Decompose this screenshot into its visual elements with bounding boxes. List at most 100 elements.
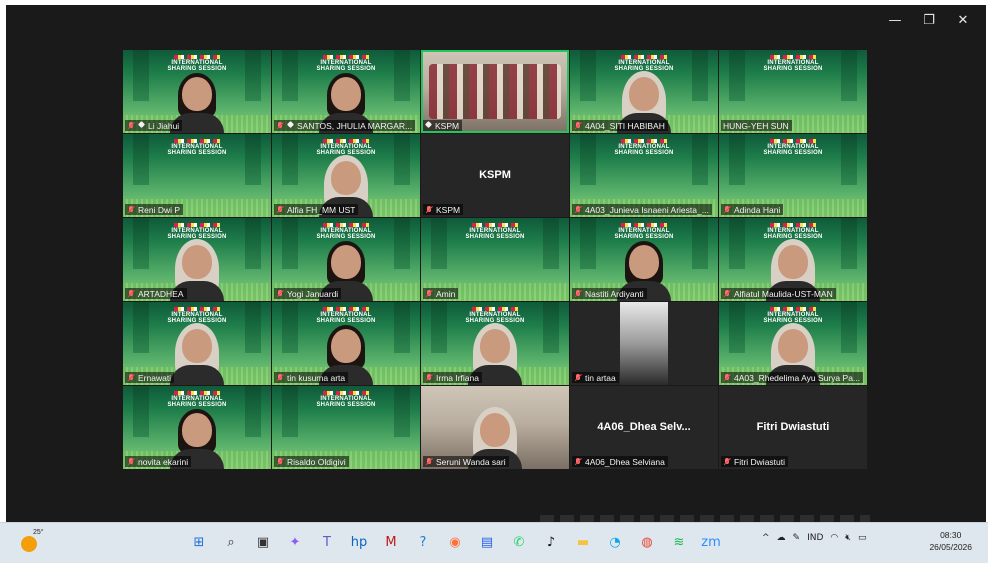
virtual-background-banner: INTERNATIONAL SHARING SESSION <box>161 223 233 240</box>
firefox-icon[interactable]: ◉ <box>442 529 468 555</box>
tiktok-icon[interactable]: ♪ <box>538 529 564 555</box>
chrome-icon[interactable]: ◍ <box>634 529 660 555</box>
background-pillar <box>580 218 596 270</box>
participant-tile[interactable]: INTERNATIONAL SHARING SESSION novita ekari… <box>123 386 271 469</box>
participant-tile[interactable]: INTERNATIONAL SHARING SESSION Risaldo Oldi… <box>272 386 420 469</box>
background-pillar <box>580 50 596 102</box>
clock-date: 26/05/2026 <box>929 542 972 552</box>
participant-tile[interactable]: INTERNATIONAL SHARING SESSION tin kusuma a… <box>272 302 420 385</box>
whatsapp-icon[interactable]: ✆ <box>506 529 532 555</box>
tray-overflow-chevron-icon[interactable]: ^ <box>762 533 770 543</box>
mic-muted-icon <box>127 121 135 130</box>
background-pillar <box>394 134 410 186</box>
person-face <box>331 161 361 195</box>
weather-widget[interactable]: 25° <box>18 529 44 555</box>
mic-muted-icon <box>127 373 135 382</box>
pen-icon[interactable]: ✎ <box>793 533 801 543</box>
banner-line-2: SHARING SESSION <box>465 234 525 240</box>
participant-name: Amin <box>436 288 456 299</box>
participant-name-bar: Seruni Wanda sari <box>423 456 509 467</box>
person-face <box>629 245 659 279</box>
participant-tile[interactable]: INTERNATIONAL SHARING SESSION Reni Dwi P <box>123 134 271 217</box>
participant-name-bar: ARTADHEA <box>125 288 187 299</box>
participant-name-bar: 4A04_SITI HABIBAH <box>572 120 668 131</box>
battery-icon[interactable]: ▭ <box>858 533 867 543</box>
volume-muted-icon[interactable]: 🔇︎ <box>845 533 851 543</box>
gallery-view-grid: INTERNATIONAL SHARING SESSION Li Jiahui INT… <box>123 50 868 470</box>
store-icon[interactable]: ▤ <box>474 529 500 555</box>
wifi-icon[interactable]: ◠ <box>830 533 838 543</box>
participant-tile[interactable]: INTERNATIONAL SHARING SESSION Irma Irfiana <box>421 302 569 385</box>
sponsor-logos <box>174 139 220 143</box>
participant-name-bar: novita ekarini <box>125 456 192 467</box>
participant-tile[interactable]: KSPM KSPM <box>421 134 569 217</box>
hp-icon[interactable]: hp <box>346 529 372 555</box>
zoom-icon[interactable]: zm <box>698 529 724 555</box>
mic-muted-icon <box>574 457 582 466</box>
mic-muted-icon <box>276 121 284 130</box>
virtual-background-banner: INTERNATIONAL SHARING SESSION <box>757 223 829 240</box>
participant-name: novita ekarini <box>138 456 189 467</box>
background-pillar <box>282 302 298 354</box>
restore-button[interactable]: ❐ <box>912 11 946 29</box>
weather-sun-icon <box>21 536 37 552</box>
participant-tile[interactable]: 4A06_Dhea Selv... 4A06_Dhea Selviana <box>570 386 718 469</box>
participant-tile[interactable]: INTERNATIONAL SHARING SESSION Adinda Hani <box>719 134 867 217</box>
participant-tile[interactable]: INTERNATIONAL SHARING SESSION Amin <box>421 218 569 301</box>
background-pillar <box>133 50 149 102</box>
mic-muted-icon <box>723 373 731 382</box>
copilot-icon[interactable]: ✦ <box>282 529 308 555</box>
teams-icon[interactable]: T <box>314 529 340 555</box>
spotlight-pin-icon <box>138 122 145 129</box>
close-button[interactable]: ✕ <box>946 11 980 29</box>
zoom-meeting-window: — ❐ ✕ INTERNATIONAL SHARING SESSION Li Jia… <box>6 5 986 522</box>
cloud-sync-icon[interactable]: ☁ <box>777 533 786 543</box>
banner-line-2: SHARING SESSION <box>316 402 376 408</box>
language-indicator[interactable]: IND <box>807 533 823 543</box>
participant-tile[interactable]: tin artaa <box>570 302 718 385</box>
participant-name: Adinda Hani <box>734 204 781 215</box>
participant-tile[interactable]: INTERNATIONAL SHARING SESSION Nastiti Ardi… <box>570 218 718 301</box>
participant-name-bar: KSPM <box>423 120 463 131</box>
task-view-icon[interactable]: ▣ <box>250 529 276 555</box>
participant-tile[interactable]: INTERNATIONAL SHARING SESSION Ernawati <box>123 302 271 385</box>
mic-muted-icon <box>425 373 433 382</box>
background-pillar <box>282 50 298 102</box>
taskbar-clock[interactable]: 08:30 26/05/2026 <box>929 529 972 553</box>
participant-name-bar: 4A03_Junieva Isnaeni Ariesta_... <box>572 204 712 215</box>
group-video-feed <box>429 64 561 119</box>
participant-tile[interactable]: INTERNATIONAL SHARING SESSION HUNG-YEH SUN <box>719 50 867 133</box>
participant-tile[interactable]: INTERNATIONAL SHARING SESSION Yogi Januard… <box>272 218 420 301</box>
participant-tile[interactable]: INTERNATIONAL SHARING SESSION 4A04_SITI HA… <box>570 50 718 133</box>
mic-muted-icon <box>127 289 135 298</box>
sponsor-logos <box>323 139 369 143</box>
participant-tile[interactable]: INTERNATIONAL SHARING SESSION 4A03_Rhedeli… <box>719 302 867 385</box>
participant-name-bar: Irma Irfiana <box>423 372 482 383</box>
participant-tile[interactable]: Seruni Wanda sari <box>421 386 569 469</box>
virtual-background-banner: INTERNATIONAL SHARING SESSION <box>310 307 382 324</box>
edge-icon[interactable]: ◔ <box>602 529 628 555</box>
participant-tile[interactable]: INTERNATIONAL SHARING SESSION Alfia FH_MM … <box>272 134 420 217</box>
sponsor-logos <box>323 391 369 395</box>
file-explorer-icon[interactable]: ▬ <box>570 529 596 555</box>
person-face <box>778 245 808 279</box>
virtual-background-banner: INTERNATIONAL SHARING SESSION <box>459 223 531 240</box>
spotify-icon[interactable]: ≋ <box>666 529 692 555</box>
participant-tile[interactable]: KSPM <box>421 50 569 133</box>
help-icon[interactable]: ? <box>410 529 436 555</box>
mcafee-icon[interactable]: M <box>378 529 404 555</box>
minimize-button[interactable]: — <box>878 11 912 29</box>
spotlight-pin-icon <box>425 122 432 129</box>
participant-tile[interactable]: INTERNATIONAL SHARING SESSION Alfiatul Mau… <box>719 218 867 301</box>
participant-tile[interactable]: INTERNATIONAL SHARING SESSION SANTOS, JHUL… <box>272 50 420 133</box>
participant-tile[interactable]: Fitri Dwiastuti Fitri Dwiastuti <box>719 386 867 469</box>
participant-name-bar: Yogi Januardi <box>274 288 342 299</box>
search-icon[interactable]: ⌕ <box>218 529 244 555</box>
sponsor-logos <box>174 223 220 227</box>
background-pillar <box>282 218 298 270</box>
participant-tile[interactable]: INTERNATIONAL SHARING SESSION 4A03_Junieva… <box>570 134 718 217</box>
participant-tile[interactable]: INTERNATIONAL SHARING SESSION Li Jiahui <box>123 50 271 133</box>
windows-start-icon[interactable]: ⊞ <box>186 529 212 555</box>
mic-muted-icon <box>723 289 731 298</box>
participant-tile[interactable]: INTERNATIONAL SHARING SESSION ARTADHEA <box>123 218 271 301</box>
